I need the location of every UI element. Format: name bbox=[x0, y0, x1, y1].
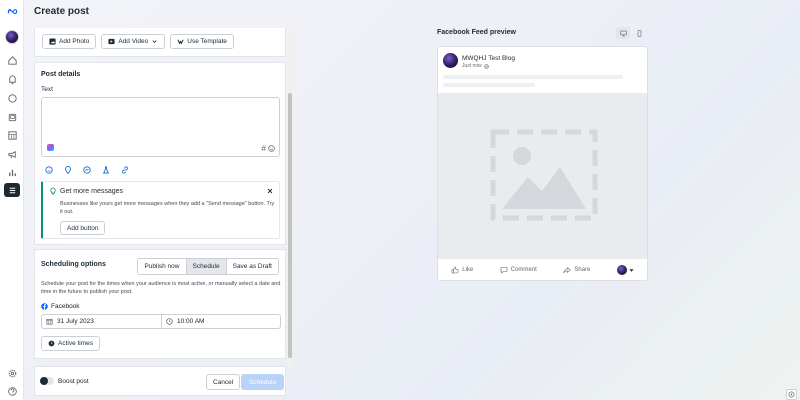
image-placeholder bbox=[438, 93, 647, 259]
ai-assist-icon[interactable] bbox=[47, 144, 54, 151]
video-icon bbox=[108, 38, 115, 45]
page-avatar bbox=[443, 53, 458, 68]
preview-title: Facebook Feed preview bbox=[437, 29, 516, 36]
template-icon bbox=[177, 39, 184, 45]
clock-filled-icon bbox=[48, 340, 55, 347]
content-icon[interactable] bbox=[4, 110, 20, 124]
time-value: 10:00 AM bbox=[177, 318, 205, 325]
platform-row: Facebook bbox=[41, 303, 80, 310]
text-label: Text bbox=[41, 86, 53, 93]
ads-megaphone-icon[interactable] bbox=[4, 147, 20, 161]
post-tools-toolbar bbox=[45, 166, 129, 174]
caret-down-icon bbox=[629, 268, 634, 272]
add-button[interactable]: Add button bbox=[60, 221, 106, 235]
feed-preview-card: MWQHJ Test Blog Just now Like Comment Sh… bbox=[437, 46, 648, 281]
platform-label: Facebook bbox=[51, 303, 80, 310]
page-avatar-small bbox=[616, 265, 627, 275]
form-scrollbar-thumb[interactable] bbox=[288, 93, 292, 358]
post-actions-bar: Like Comment Share bbox=[438, 259, 647, 281]
emoji-icon[interactable] bbox=[268, 145, 275, 152]
notifications-icon[interactable] bbox=[4, 72, 20, 86]
desktop-preview-icon[interactable] bbox=[616, 27, 630, 39]
close-icon[interactable] bbox=[267, 188, 273, 194]
feedback-corner-icon[interactable] bbox=[786, 389, 797, 400]
photo-icon bbox=[49, 38, 56, 45]
page-name: MWQHJ Test Blog bbox=[462, 55, 515, 62]
calendar-icon bbox=[46, 319, 53, 325]
date-field[interactable]: 31 July 2023 bbox=[41, 314, 162, 329]
scheduling-title: Scheduling options bbox=[41, 261, 106, 268]
help-icon[interactable] bbox=[4, 384, 20, 398]
share-arrow-icon bbox=[563, 266, 571, 274]
text-placeholder-line bbox=[443, 83, 535, 87]
post-text-input[interactable]: # bbox=[41, 97, 280, 157]
location-pin-icon[interactable] bbox=[64, 166, 72, 174]
thumbs-up-icon bbox=[451, 266, 459, 274]
feeling-icon[interactable] bbox=[45, 166, 53, 174]
mobile-preview-icon[interactable] bbox=[632, 27, 646, 39]
add-photo-button[interactable]: Add Photo bbox=[42, 34, 97, 49]
clock-icon bbox=[166, 318, 173, 325]
comment-icon bbox=[500, 267, 508, 274]
tip-body: Businesses like yours get more messages … bbox=[60, 201, 275, 215]
comment-action[interactable]: Comment bbox=[500, 266, 537, 274]
planner-calendar-icon[interactable] bbox=[4, 128, 20, 142]
hashtag-icon[interactable]: # bbox=[262, 144, 266, 153]
left-nav-rail bbox=[0, 0, 24, 400]
media-panel: Add Photo Add Video Use Template bbox=[34, 28, 286, 57]
inbox-chat-icon[interactable] bbox=[4, 91, 20, 105]
footer-panel: Boost post Cancel Schedule bbox=[34, 366, 286, 396]
page-title: Create post bbox=[34, 6, 90, 17]
home-icon[interactable] bbox=[4, 53, 20, 67]
boost-toggle[interactable] bbox=[40, 377, 54, 385]
like-action[interactable]: Like bbox=[451, 266, 473, 274]
date-value: 31 July 2023 bbox=[57, 318, 94, 325]
boost-label: Boost post bbox=[58, 378, 89, 385]
image-placeholder-icon bbox=[490, 129, 598, 221]
lightbulb-icon bbox=[50, 187, 56, 195]
time-field[interactable]: 10:00 AM bbox=[161, 314, 281, 329]
facebook-icon bbox=[41, 303, 48, 310]
link-icon[interactable] bbox=[121, 166, 129, 174]
post-timestamp: Just now bbox=[462, 63, 482, 69]
post-details-title: Post details bbox=[41, 71, 81, 78]
use-template-button[interactable]: Use Template bbox=[170, 34, 234, 49]
account-avatar[interactable] bbox=[4, 30, 20, 44]
share-action[interactable]: Share bbox=[563, 266, 590, 274]
schedule-option[interactable]: Schedule bbox=[186, 259, 227, 274]
meta-logo-icon[interactable] bbox=[4, 4, 20, 18]
get-more-messages-tip: Get more messages Businesses like yours … bbox=[41, 181, 280, 239]
preview-device-toggle bbox=[616, 27, 646, 39]
text-placeholder-line bbox=[443, 75, 623, 79]
post-meta: Just now bbox=[462, 63, 489, 69]
publish-mode-segmented-control: Publish now Schedule Save as Draft bbox=[137, 258, 279, 275]
cancel-button[interactable]: Cancel bbox=[206, 374, 241, 390]
add-video-button[interactable]: Add Video bbox=[101, 34, 166, 49]
insights-chart-icon[interactable] bbox=[4, 165, 20, 179]
publish-now-option[interactable]: Publish now bbox=[138, 259, 187, 274]
active-times-button[interactable]: Active times bbox=[41, 336, 101, 351]
settings-gear-icon[interactable] bbox=[4, 366, 20, 380]
scheduling-description: Schedule your post for the times when yo… bbox=[41, 281, 281, 295]
save-as-draft-option[interactable]: Save as Draft bbox=[226, 259, 278, 274]
chevron-down-icon bbox=[152, 40, 157, 43]
globe-icon bbox=[483, 63, 489, 69]
tip-title: Get more messages bbox=[60, 188, 124, 195]
all-tools-menu-icon[interactable] bbox=[4, 183, 20, 197]
scheduling-panel: Scheduling options Publish now Schedule … bbox=[34, 249, 286, 359]
post-as-selector[interactable] bbox=[616, 265, 634, 275]
schedule-button[interactable]: Schedule bbox=[241, 374, 285, 390]
flask-icon[interactable] bbox=[102, 166, 110, 174]
post-details-panel: Post details Text # Get more messages Bu… bbox=[34, 62, 286, 245]
messenger-icon[interactable] bbox=[83, 166, 91, 174]
